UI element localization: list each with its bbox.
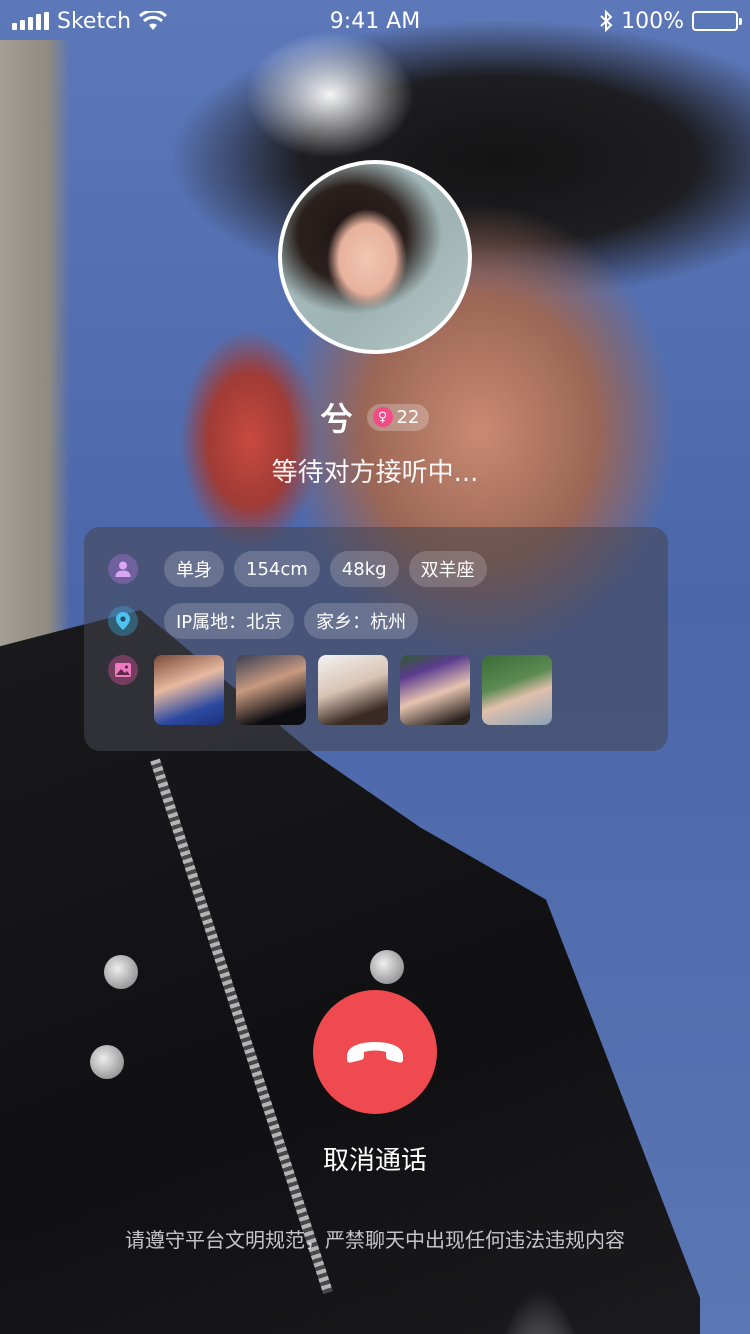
photo-thumbnail[interactable] xyxy=(482,655,552,725)
photo-icon xyxy=(108,655,138,685)
status-time: 9:41 AM xyxy=(329,8,421,34)
battery-percent: 100% xyxy=(621,8,684,34)
cancel-call-button[interactable] xyxy=(313,990,437,1114)
status-bar: Sketch 9:41 AM 100% xyxy=(0,0,750,42)
tag-zodiac: 双羊座 xyxy=(408,551,487,587)
photo-thumbnail[interactable] xyxy=(318,655,388,725)
profile-info-card: 单身 154cm 48kg 双羊座 IP属地：北京 家乡：杭州 xyxy=(84,527,668,751)
photo-thumbnail[interactable] xyxy=(154,655,224,725)
caller-name: 兮 xyxy=(320,400,353,438)
tag-relationship: 单身 xyxy=(164,551,224,587)
photo-thumbnail[interactable] xyxy=(236,655,306,725)
tag-hometown: 家乡：杭州 xyxy=(304,603,419,639)
photo-gallery xyxy=(154,655,552,725)
carrier-name: Sketch xyxy=(57,8,132,34)
tag-weight: 48kg xyxy=(329,551,399,587)
caller-avatar[interactable] xyxy=(278,160,472,354)
photo-thumbnail[interactable] xyxy=(400,655,470,725)
tag-height: 154cm xyxy=(234,551,320,587)
photos-row xyxy=(108,655,648,725)
caller-age: 22 xyxy=(396,406,420,428)
basic-info-row: 单身 154cm 48kg 双羊座 xyxy=(108,551,648,587)
compliance-notice: 请遵守平台文明规范，严禁聊天中出现任何违法违规内容 xyxy=(125,1228,625,1252)
location-info-row: IP属地：北京 家乡：杭州 xyxy=(108,603,648,639)
background-wall xyxy=(0,40,70,680)
caller-name-row: 兮 ♀ 22 xyxy=(0,394,750,440)
wifi-icon xyxy=(139,11,168,30)
age-gender-badge: ♀ 22 xyxy=(366,403,430,431)
person-icon xyxy=(108,554,138,584)
female-icon: ♀ xyxy=(372,407,393,427)
tag-ip-location: IP属地：北京 xyxy=(164,603,295,639)
call-status-text: 等待对方接听中... xyxy=(271,458,479,488)
bluetooth-icon xyxy=(600,10,613,32)
cancel-call-label[interactable]: 取消通话 xyxy=(0,1140,750,1177)
battery-icon xyxy=(692,11,742,31)
location-pin-icon xyxy=(108,606,138,636)
signal-icon xyxy=(12,12,49,30)
hang-up-phone-icon xyxy=(347,1042,403,1063)
